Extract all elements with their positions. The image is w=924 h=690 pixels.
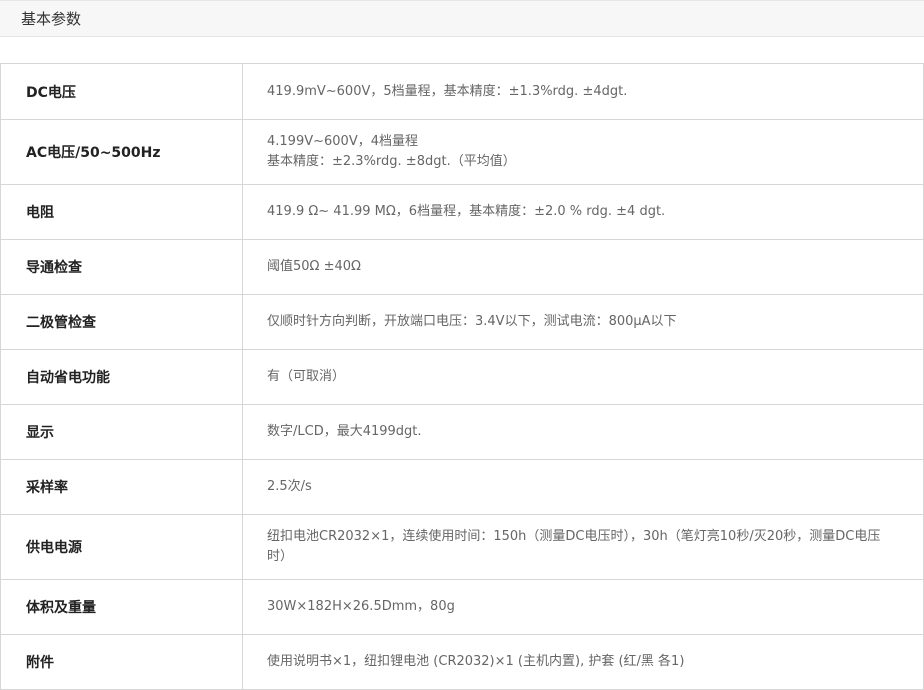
spec-value-line: 419.9mV~600V，5档量程，基本精度：±1.3%rdg. ±4dgt.	[267, 83, 628, 99]
spec-value-line: 数字/LCD，最大4199dgt.	[267, 424, 422, 439]
spec-label: AC电压/50~500Hz	[0, 119, 243, 185]
spec-label: 二极管检查	[0, 294, 243, 350]
spec-value: 419.9mV~600V，5档量程，基本精度：±1.3%rdg. ±4dgt.	[242, 63, 924, 120]
spec-value-line: 4.199V~600V，4档量程	[267, 134, 418, 149]
spec-value-line: 仅顺时针方向判断，开放端口电压：3.4V以下，测试电流：800μA以下	[267, 314, 677, 329]
spec-row: 显示 数字/LCD，最大4199dgt.	[0, 404, 924, 460]
spec-value: 有（可取消）	[242, 349, 924, 405]
spec-label: 采样率	[0, 459, 243, 515]
spec-label: DC电压	[0, 63, 243, 120]
spec-value: 30W×182H×26.5Dmm，80g	[242, 579, 924, 635]
spec-row: DC电压 419.9mV~600V，5档量程，基本精度：±1.3%rdg. ±4d…	[0, 63, 924, 120]
spec-row: 自动省电功能 有（可取消）	[0, 349, 924, 405]
spec-value-line: 2.5次/s	[267, 479, 312, 494]
spec-value-line: 时）	[267, 549, 294, 564]
spec-label: 导通检查	[0, 239, 243, 295]
spec-value-line: 30W×182H×26.5Dmm，80g	[267, 599, 455, 614]
spec-row: 采样率 2.5次/s	[0, 459, 924, 515]
spec-value: 数字/LCD，最大4199dgt.	[242, 404, 924, 460]
spec-value: 使用说明书×1，纽扣锂电池 (CR2032)×1 (主机内置), 护套 (红/黑…	[242, 634, 924, 690]
spec-value-line: 纽扣电池CR2032×1，连续使用时间：150h（测量DC电压时），30h（笔灯…	[267, 529, 881, 544]
spec-label: 电阻	[0, 184, 243, 240]
spec-row: AC电压/50~500Hz 4.199V~600V，4档量程 基本精度：±2.3%r…	[0, 119, 924, 185]
spec-value-line: 有（可取消）	[267, 369, 346, 384]
spec-row: 电阻 419.9 Ω~ 41.99 MΩ，6档量程，基本精度：±2.0 % rdg…	[0, 184, 924, 240]
spec-row: 体积及重量 30W×182H×26.5Dmm，80g	[0, 579, 924, 635]
spec-row: 附件 使用说明书×1，纽扣锂电池 (CR2032)×1 (主机内置), 护套 (红…	[0, 634, 924, 690]
spec-value: 419.9 Ω~ 41.99 MΩ，6档量程，基本精度：±2.0 % rdg. …	[242, 184, 924, 240]
spec-value-line: 基本精度：±2.3%rdg. ±8dgt.（平均值）	[267, 154, 516, 169]
spec-value-line: 阈值50Ω ±40Ω	[267, 259, 361, 274]
spec-value: 4.199V~600V，4档量程基本精度：±2.3%rdg. ±8dgt.（平均…	[242, 119, 924, 185]
spec-row: 供电电源 纽扣电池CR2032×1，连续使用时间：150h（测量DC电压时），30…	[0, 514, 924, 580]
spec-row: 导通检查 阈值50Ω ±40Ω	[0, 239, 924, 295]
spec-value: 纽扣电池CR2032×1，连续使用时间：150h（测量DC电压时），30h（笔灯…	[242, 514, 924, 580]
section-header: 基本参数	[0, 0, 924, 37]
spec-label: 附件	[0, 634, 243, 690]
section-title: 基本参数	[21, 10, 82, 28]
spec-value-line: 使用说明书×1，纽扣锂电池 (CR2032)×1 (主机内置), 护套 (红/黑…	[267, 654, 685, 669]
spec-label: 体积及重量	[0, 579, 243, 635]
spec-value: 阈值50Ω ±40Ω	[242, 239, 924, 295]
spec-table-body: DC电压 419.9mV~600V，5档量程，基本精度：±1.3%rdg. ±4d…	[0, 63, 924, 690]
spec-table: DC电压 419.9mV~600V，5档量程，基本精度：±1.3%rdg. ±4d…	[0, 63, 924, 690]
spec-value: 仅顺时针方向判断，开放端口电压：3.4V以下，测试电流：800μA以下	[242, 294, 924, 350]
spec-value-line: 419.9 Ω~ 41.99 MΩ，6档量程，基本精度：±2.0 % rdg. …	[267, 204, 666, 219]
spec-label: 显示	[0, 404, 243, 460]
spec-label: 供电电源	[0, 514, 243, 580]
spec-label: 自动省电功能	[0, 349, 243, 405]
spec-row: 二极管检查 仅顺时针方向判断，开放端口电压：3.4V以下，测试电流：800μA以下	[0, 294, 924, 350]
spec-value: 2.5次/s	[242, 459, 924, 515]
